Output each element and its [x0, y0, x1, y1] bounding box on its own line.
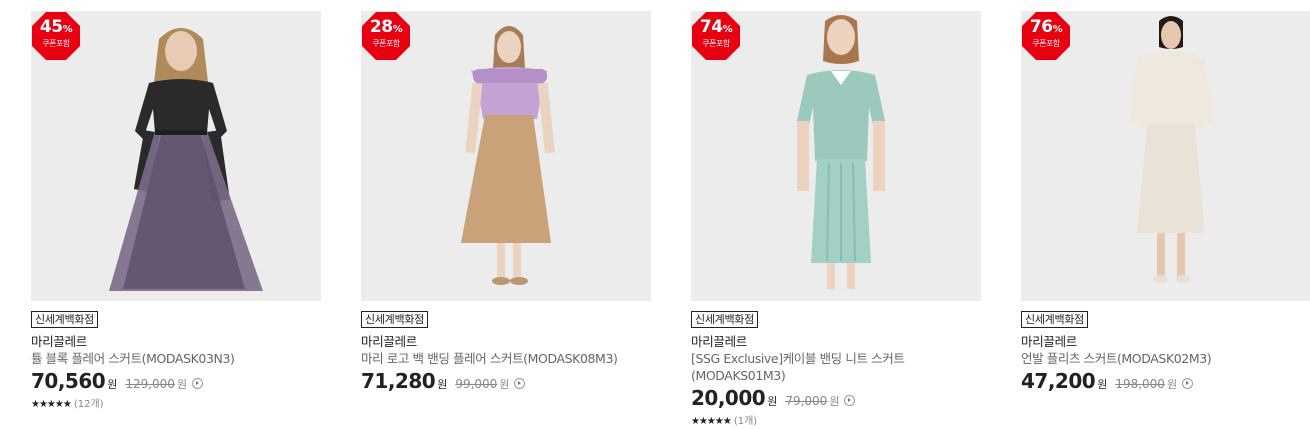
discount-unit: % — [62, 24, 73, 35]
sale-price: 20,000 — [691, 386, 766, 410]
product-image[interactable]: 45% 쿠폰포함 — [31, 11, 321, 301]
coupon-label: 쿠폰포함 — [372, 39, 400, 48]
discount-unit: % — [1052, 24, 1063, 35]
sale-price: 47,200 — [1021, 369, 1096, 393]
product-image[interactable]: 76% 쿠폰포함 — [1021, 11, 1310, 301]
discount-badge: 76% 쿠폰포함 — [1022, 12, 1070, 60]
product-image[interactable]: 28% 쿠폰포함 — [361, 11, 651, 301]
coupon-label: 쿠폰포함 — [702, 39, 730, 48]
star-rating-icon: ★★★★★ — [691, 416, 732, 427]
price-info-icon[interactable] — [514, 378, 526, 389]
product-image[interactable]: 74% 쿠폰포함 — [691, 11, 981, 301]
rating: ★★★★★ (12개) — [31, 395, 321, 410]
product-card[interactable]: 76% 쿠폰포함 신세계백화점 마리끌레르 언발 플리츠 스커트(MODASK0… — [1021, 11, 1310, 393]
original-price: 79,000 — [785, 394, 828, 408]
original-unit: 원 — [176, 378, 188, 391]
product-card[interactable]: 28% 쿠폰포함 신세계백화점 마리끌레르 마리 로고 백 밴딩 플레어 스커트… — [361, 11, 651, 393]
coupon-label: 쿠폰포함 — [1032, 39, 1060, 48]
discount-unit: % — [722, 24, 733, 35]
sale-price: 71,280 — [361, 369, 436, 393]
discount-value: 45 — [39, 17, 63, 37]
discount-badge: 28% 쿠폰포함 — [362, 12, 410, 60]
price-unit: 원 — [1097, 378, 1108, 391]
brand-name[interactable]: 마리끌레르 — [691, 334, 981, 350]
star-rating-icon: ★★★★★ — [31, 399, 72, 410]
original-price: 99,000 — [455, 377, 498, 391]
price-unit: 원 — [437, 378, 448, 391]
review-count: (1개) — [733, 416, 758, 427]
original-unit: 원 — [499, 378, 510, 391]
store-tag: 신세계백화점 — [31, 311, 98, 328]
price-unit: 원 — [767, 395, 778, 408]
store-tag: 신세계백화점 — [361, 311, 428, 328]
price-info-icon[interactable] — [844, 395, 856, 406]
price-info-icon[interactable] — [192, 378, 204, 389]
brand-name[interactable]: 마리끌레르 — [1021, 334, 1310, 350]
brand-name[interactable]: 마리끌레르 — [31, 334, 321, 350]
discount-value: 76 — [1029, 17, 1053, 37]
discount-value: 28 — [369, 17, 393, 37]
product-name[interactable]: 언발 플리츠 스커트(MODASK02M3) — [1021, 350, 1306, 367]
price-row: 20,000 원 79,000 원 — [691, 386, 981, 410]
brand-name[interactable]: 마리끌레르 — [361, 334, 651, 350]
store-tag: 신세계백화점 — [1021, 311, 1088, 328]
original-unit: 원 — [829, 395, 840, 408]
price-row: 71,280 원 99,000 원 — [361, 369, 651, 393]
coupon-label: 쿠폰포함 — [42, 39, 70, 48]
store-tag: 신세계백화점 — [691, 311, 758, 328]
original-price: 198,000 — [1115, 377, 1165, 391]
product-card[interactable]: 45% 쿠폰포함 신세계백화점 마리끌레르 튤 블록 플레어 스커트(MODAS… — [31, 11, 321, 410]
discount-unit: % — [392, 24, 403, 35]
original-unit: 원 — [1166, 378, 1178, 391]
product-name[interactable]: [SSG Exclusive]케이블 밴딩 니트 스커트(MODAKS01M3) — [691, 350, 976, 384]
discount-badge: 74% 쿠폰포함 — [692, 12, 740, 60]
price-info-icon[interactable] — [1182, 378, 1194, 389]
product-card[interactable]: 74% 쿠폰포함 신세계백화점 마리끌레르 [SSG Exclusive]케이블… — [691, 11, 981, 427]
product-name[interactable]: 튤 블록 플레어 스커트(MODASK03N3) — [31, 350, 316, 367]
price-row: 47,200 원 198,000 원 — [1021, 369, 1310, 393]
original-price: 129,000 — [125, 377, 175, 391]
rating: ★★★★★ (1개) — [691, 412, 981, 427]
discount-value: 74 — [699, 17, 723, 37]
price-unit: 원 — [107, 378, 118, 391]
sale-price: 70,560 — [31, 369, 106, 393]
price-row: 70,560 원 129,000 원 — [31, 369, 321, 393]
product-name[interactable]: 마리 로고 백 밴딩 플레어 스커트(MODASK08M3) — [361, 350, 646, 367]
review-count: (12개) — [73, 399, 104, 410]
discount-badge: 45% 쿠폰포함 — [32, 12, 80, 60]
